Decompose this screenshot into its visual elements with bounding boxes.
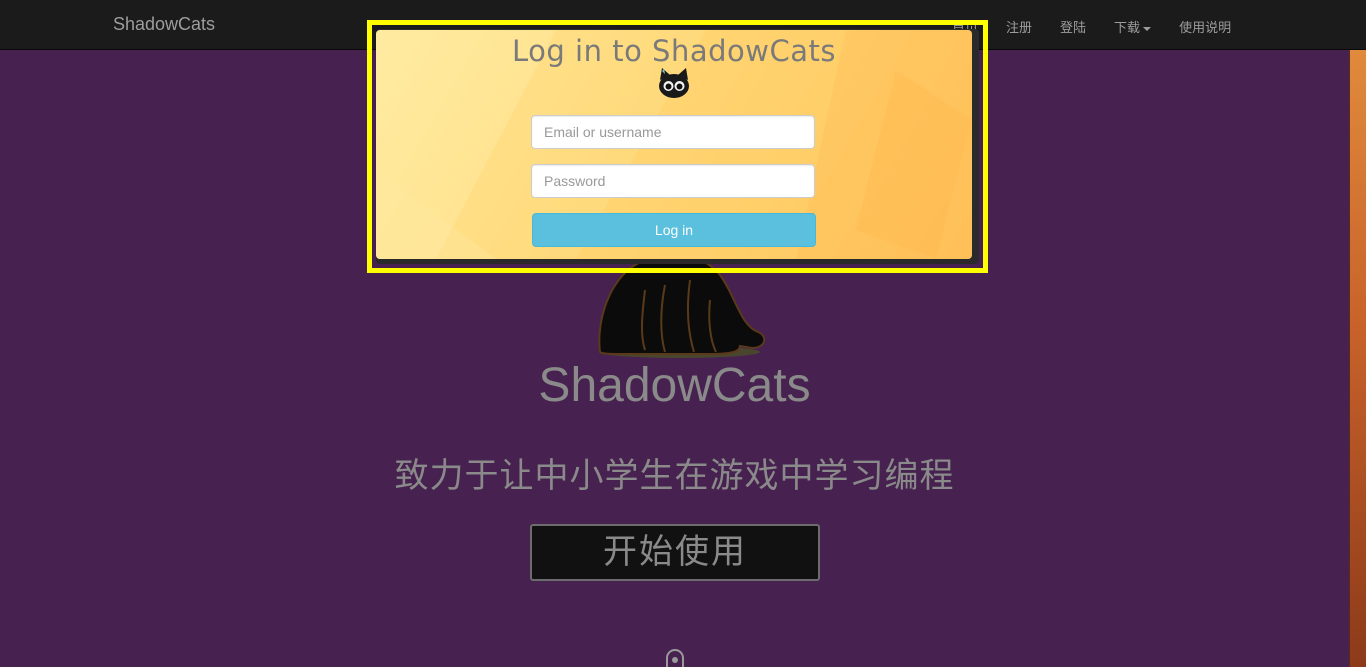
nav-item-download[interactable]: 下载	[1114, 17, 1152, 36]
login-modal-title: Log in to ShadowCats	[512, 34, 836, 68]
nav-item-instructions[interactable]: 使用说明	[1179, 17, 1231, 36]
email-field[interactable]	[531, 115, 815, 149]
mouse-scroll-icon[interactable]	[666, 649, 684, 667]
nav-menu: 首页 注册 登陆 下载 使用说明	[952, 17, 1231, 36]
nav-item-login[interactable]: 登陆	[1060, 17, 1086, 36]
nav-item-register[interactable]: 注册	[1006, 17, 1032, 36]
start-button[interactable]: 开始使用	[530, 524, 820, 581]
login-button[interactable]: Log in	[532, 213, 816, 247]
brand-link[interactable]: ShadowCats	[113, 14, 215, 35]
hero-title: ShadowCats	[538, 359, 811, 412]
cat-face-icon	[659, 68, 689, 98]
nav-item-download-label: 下载	[1114, 20, 1141, 35]
caret-down-icon	[1143, 26, 1152, 31]
side-scroll-edge	[1349, 50, 1366, 667]
hero-subtitle: 致力于让中小学生在游戏中学习编程	[394, 456, 955, 496]
login-modal-highlight: Log in to ShadowCats Log in	[367, 20, 988, 273]
login-modal: Log in to ShadowCats Log in	[376, 30, 972, 259]
password-field[interactable]	[531, 164, 815, 198]
scroll-dot	[672, 657, 678, 663]
